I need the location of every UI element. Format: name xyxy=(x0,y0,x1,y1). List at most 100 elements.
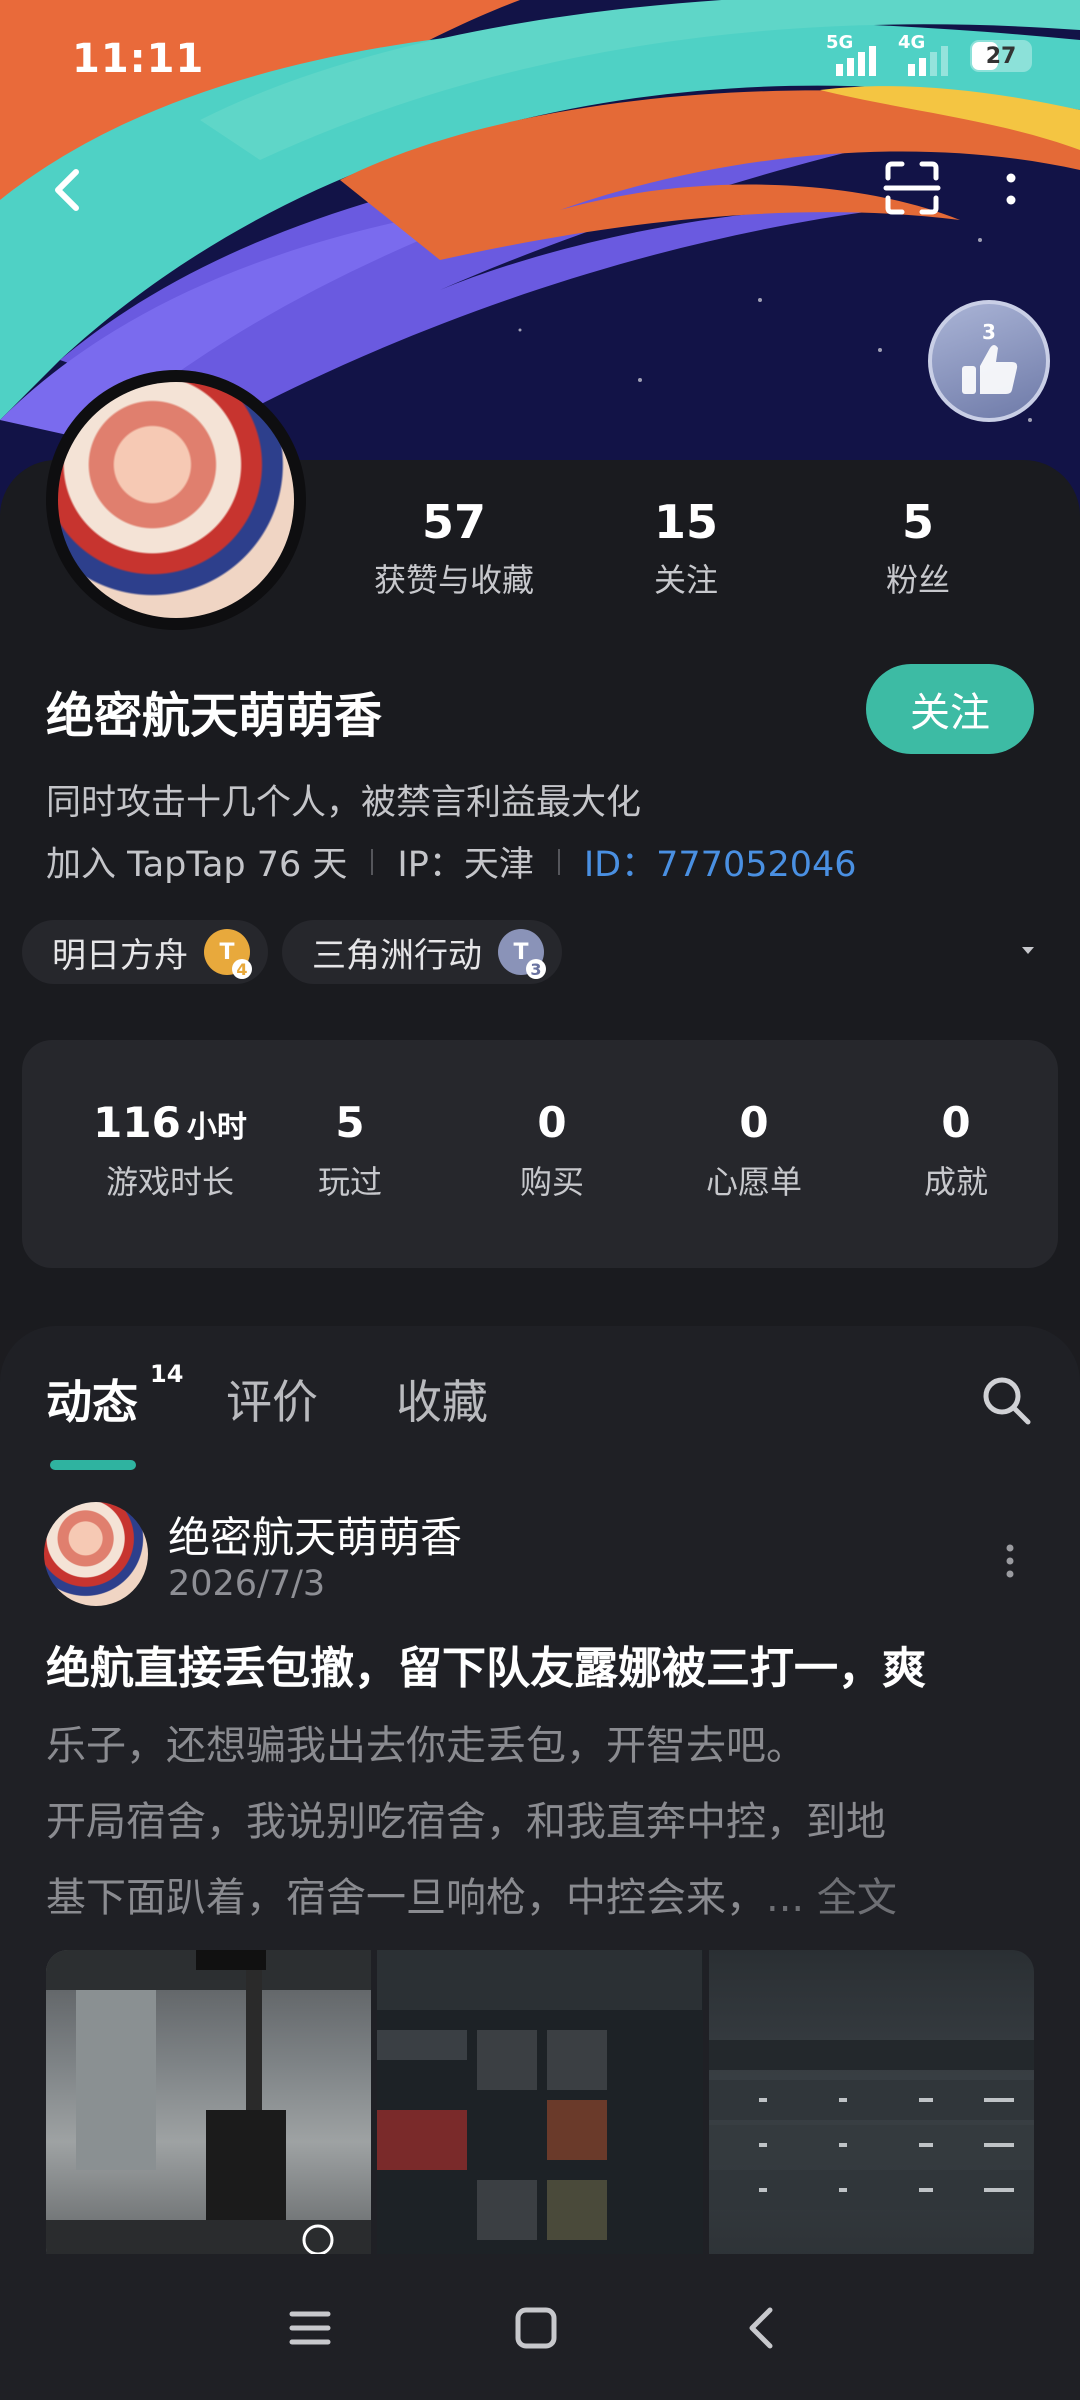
system-navigation-bar xyxy=(0,2254,1080,2400)
stat-label: 粉丝 xyxy=(885,561,950,599)
stat-value: 0 xyxy=(739,1098,769,1147)
home-button[interactable] xyxy=(506,2298,566,2358)
profile-bio: 同时攻击十几个人，被禁言利益最大化 xyxy=(46,783,642,823)
more-vertical-icon xyxy=(1006,1544,1014,1578)
post-image[interactable] xyxy=(708,1950,1034,2270)
stat-following[interactable]: 15 关注 xyxy=(586,495,786,601)
post-body[interactable]: 乐子，还想骗我出去你走丢包，开智去吧。 开局宿舍，我说别吃宿舍，和我直奔中控，到… xyxy=(46,1708,1036,1936)
stat-achievements[interactable]: 0 成就 xyxy=(866,1098,1046,1203)
game-tags: 明日方舟 T4 三角洲行动 T3 xyxy=(22,920,562,984)
scan-icon xyxy=(883,161,941,215)
divider xyxy=(371,848,374,875)
post-title[interactable]: 绝航直接丢包撤，留下队友露娜被三打一，爽 xyxy=(46,1632,926,1696)
stat-value: 5 xyxy=(335,1098,365,1147)
stat-label: 获赞与收藏 xyxy=(373,561,534,599)
search-button[interactable] xyxy=(978,1372,1034,1428)
search-icon xyxy=(983,1377,1031,1425)
post-more-button[interactable] xyxy=(1000,1536,1020,1586)
thumbs-up-icon xyxy=(962,345,1018,394)
post-body-line: 乐子，还想骗我出去你走丢包，开智去吧。 xyxy=(46,1723,806,1769)
avatar-image xyxy=(58,382,294,618)
battery-level: 27 xyxy=(985,43,1017,69)
signal-5g-icon: 5G xyxy=(826,32,884,76)
divider xyxy=(557,848,560,875)
back-button[interactable] xyxy=(46,160,90,220)
game-stats-panel: 116 小时 游戏时长 5 玩过 0 购买 0 心愿单 0 成就 xyxy=(22,1040,1058,1268)
game-screenshot-image xyxy=(46,1950,371,2270)
signal-4g-icon: 4G xyxy=(898,32,956,76)
system-back-button[interactable] xyxy=(732,2298,792,2358)
tab-favorites[interactable]: 收藏 xyxy=(396,1366,488,1432)
profile-meta: 加入 TapTap 76 天 IP：天津 ID：777052046 xyxy=(46,836,857,887)
stat-label: 玩过 xyxy=(317,1163,382,1201)
post-body-line: 基下面趴着，宿舍一旦响枪，中控会来， xyxy=(46,1875,766,1921)
post-body-line-last: 基下面趴着，宿舍一旦响枪，中控会来，... 全文 xyxy=(46,1860,1036,1936)
stat-likes-favorites[interactable]: 57 获赞与收藏 xyxy=(354,495,554,601)
expand-tags-button[interactable] xyxy=(1018,940,1038,960)
joined-days: 加入 TapTap 76 天 xyxy=(46,845,348,885)
game-tag-arknights[interactable]: 明日方舟 T4 xyxy=(22,920,268,984)
medal-badge[interactable]: 3 xyxy=(928,300,1050,422)
profile-name: 绝密航天萌萌香 xyxy=(46,688,383,744)
post-date: 2026/7/3 xyxy=(168,1564,326,1604)
stat-value: 15 xyxy=(653,495,718,549)
post-author-name[interactable]: 绝密航天萌萌香 xyxy=(168,1504,462,1565)
game-inventory-image xyxy=(377,1950,703,2240)
recent-apps-button[interactable] xyxy=(280,2298,340,2358)
scan-button[interactable] xyxy=(882,158,942,218)
follow-button[interactable]: 关注 xyxy=(866,664,1034,754)
feed-section: 动态 14 评价 收藏 绝密航天萌萌香 2026/7/3 绝航直接丢包撤，留下队… xyxy=(0,1326,1080,2326)
stat-label: 成就 xyxy=(923,1163,988,1201)
status-icons: 5G 4G 27 xyxy=(826,32,1032,76)
game-tag-label: 明日方舟 xyxy=(52,935,188,976)
stat-wishlist[interactable]: 0 心愿单 xyxy=(664,1098,844,1203)
taptap-level-icon: T3 xyxy=(498,929,546,979)
status-time: 11:11 xyxy=(72,36,205,82)
stat-label: 游戏时长 xyxy=(105,1163,234,1201)
more-vertical-icon xyxy=(1006,173,1016,205)
stat-value: 0 xyxy=(537,1098,567,1147)
back-arrow-icon xyxy=(749,2307,773,2349)
stat-label: 心愿单 xyxy=(705,1163,802,1201)
active-tab-indicator xyxy=(50,1460,136,1470)
stat-followers[interactable]: 5 粉丝 xyxy=(818,495,1018,601)
level-number: 4 xyxy=(232,959,252,979)
status-bar: 11:11 5G 4G 27 xyxy=(0,0,1080,110)
profile-avatar[interactable] xyxy=(46,370,306,630)
game-tag-delta-force[interactable]: 三角洲行动 T3 xyxy=(282,920,562,984)
stat-purchased[interactable]: 0 购买 xyxy=(462,1098,642,1203)
stat-value: 5 xyxy=(901,495,934,549)
stat-unit: 小时 xyxy=(186,1110,247,1145)
menu-icon xyxy=(289,2311,331,2345)
read-more-link[interactable]: 全文 xyxy=(817,1875,897,1921)
ip-location: IP：天津 xyxy=(397,845,534,885)
user-id[interactable]: ID：777052046 xyxy=(584,836,857,887)
post-ellipsis: ... xyxy=(766,1875,817,1921)
post-image[interactable] xyxy=(46,1950,372,2270)
stat-value: 116 xyxy=(93,1098,181,1147)
user-id-label: ID： xyxy=(583,845,657,885)
tab-moments[interactable]: 动态 14 xyxy=(46,1360,183,1432)
user-id-value: 777052046 xyxy=(656,845,857,885)
home-square-icon xyxy=(515,2307,557,2349)
taptap-level-icon: T4 xyxy=(204,929,252,979)
game-scoreboard-image xyxy=(708,2040,1034,2210)
tab-label: 动态 xyxy=(46,1375,138,1429)
battery-icon: 27 xyxy=(970,40,1032,72)
tab-reviews[interactable]: 评价 xyxy=(226,1366,318,1432)
post-image[interactable] xyxy=(377,1950,703,2270)
stat-played[interactable]: 5 玩过 xyxy=(260,1098,440,1203)
stat-value: 57 xyxy=(421,495,486,549)
stat-label: 关注 xyxy=(653,561,718,599)
post-images xyxy=(46,1950,1034,2270)
tab-count: 14 xyxy=(150,1360,184,1388)
stat-value: 0 xyxy=(941,1098,971,1147)
chevron-left-icon xyxy=(55,169,79,211)
stat-playtime[interactable]: 116 小时 游戏时长 xyxy=(80,1098,260,1203)
post-author-avatar[interactable] xyxy=(44,1502,148,1606)
stat-label: 购买 xyxy=(519,1163,584,1201)
post-body-line: 开局宿舍，我说别吃宿舍，和我直奔中控，到地 xyxy=(46,1799,886,1845)
more-button[interactable] xyxy=(996,160,1026,220)
caret-down-icon xyxy=(1022,947,1034,954)
game-tag-label: 三角洲行动 xyxy=(312,935,482,976)
